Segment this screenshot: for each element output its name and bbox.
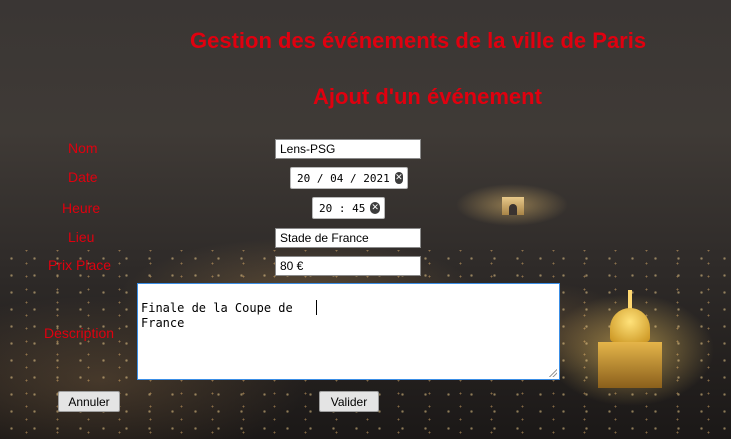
- dome-cap: [610, 308, 650, 342]
- description-label: Description: [44, 325, 115, 341]
- annuler-button[interactable]: Annuler: [58, 391, 120, 412]
- heure-label: Heure: [62, 200, 101, 216]
- date-separator-2: /: [343, 171, 364, 185]
- date-clear-icon[interactable]: ✕: [394, 172, 403, 184]
- dome-body: [598, 342, 662, 388]
- arc-opening: [509, 204, 517, 215]
- heure-clear-icon[interactable]: ✕: [370, 202, 380, 214]
- date-label: Date: [68, 169, 98, 185]
- valider-button[interactable]: Valider: [319, 391, 379, 412]
- description-textarea[interactable]: Finale de la Coupe de France: [137, 283, 560, 380]
- date-month[interactable]: 04: [330, 172, 343, 185]
- date-separator-1: /: [310, 171, 331, 185]
- date-year[interactable]: 2021: [363, 172, 390, 185]
- date-day[interactable]: 20: [297, 172, 310, 185]
- date-input[interactable]: 20 / 04 / 2021 ✕: [290, 167, 408, 189]
- heure-input[interactable]: 20 : 45 ✕: [312, 197, 385, 219]
- invalides-dome-illustration: [598, 290, 662, 390]
- prix-place-label: Prix Place: [48, 257, 112, 273]
- prix-place-input[interactable]: 80 €: [275, 256, 421, 276]
- dome-spire: [628, 290, 632, 310]
- lieu-label: Lieu: [68, 229, 95, 245]
- page-subtitle: Ajout d'un événement: [313, 84, 542, 109]
- nom-label: Nom: [68, 140, 98, 156]
- heure-minute[interactable]: 45: [352, 202, 365, 215]
- text-caret: [316, 300, 317, 315]
- heure-separator: :: [332, 201, 353, 215]
- nom-input[interactable]: Lens-PSG: [275, 139, 421, 159]
- arc-de-triomphe-illustration: [502, 197, 524, 215]
- lieu-input[interactable]: Stade de France: [275, 228, 421, 248]
- description-text: Finale de la Coupe de France: [141, 301, 293, 330]
- page-title: Gestion des événements de la ville de Pa…: [190, 28, 647, 53]
- heure-hour[interactable]: 20: [319, 202, 332, 215]
- resize-grip-icon[interactable]: [548, 368, 557, 377]
